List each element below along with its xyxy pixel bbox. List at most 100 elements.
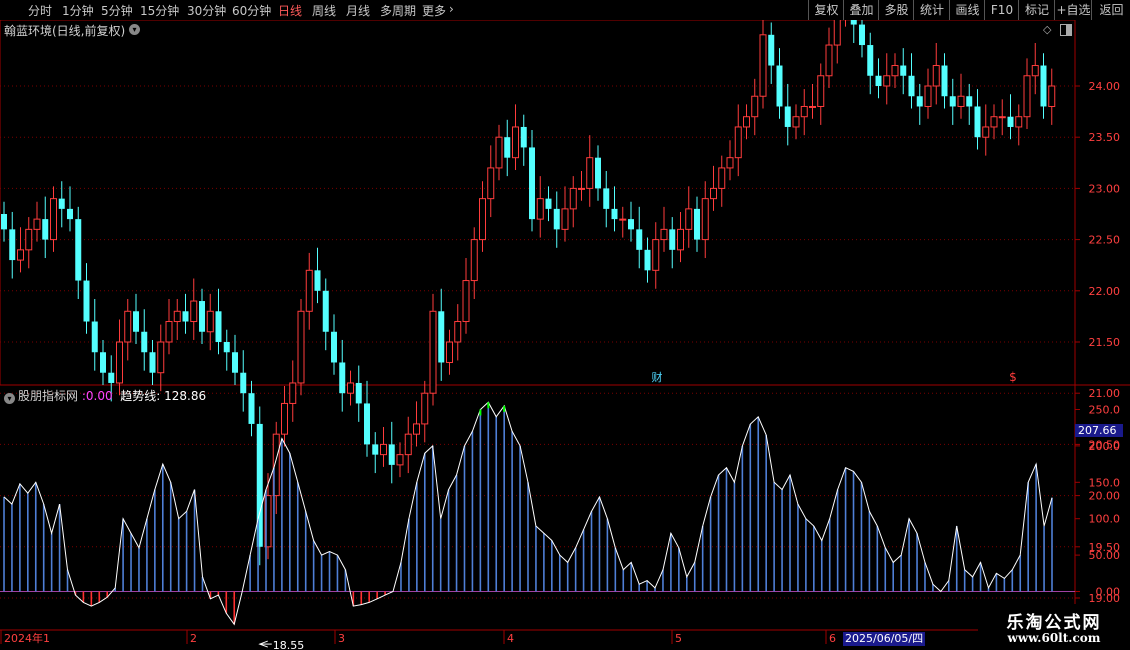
candle-body[interactable] [685,208,693,230]
candle-body[interactable] [974,106,981,138]
candle-body[interactable] [331,331,337,363]
candle-body[interactable] [380,443,387,456]
candle-body[interactable] [108,372,115,383]
candle-body[interactable] [314,270,321,291]
kline-chart-canvas[interactable]: 24.0023.5023.0022.5022.0021.5021.0020.50… [0,0,1130,650]
candle-body[interactable] [446,341,453,363]
candle-body[interactable] [924,85,932,107]
candle-body[interactable] [759,34,767,97]
candle-body[interactable] [50,198,57,241]
toolbar-action-8[interactable]: 返回 [1091,0,1130,20]
candle-body[interactable] [743,116,750,128]
candle-body[interactable] [726,157,734,169]
candle-body[interactable] [305,269,313,312]
candle-body[interactable] [603,188,610,209]
candle-body[interactable] [1040,65,1047,107]
candle-body[interactable] [339,362,346,394]
candle-body[interactable] [751,95,759,118]
candle-body[interactable] [9,229,16,261]
candle-body[interactable] [636,229,643,250]
candle-body[interactable] [17,249,24,261]
candle-body[interactable] [536,198,544,220]
period-tab-9[interactable]: 多周期 [380,2,416,19]
candle-body[interactable] [100,352,106,373]
candle-body[interactable] [223,342,230,353]
chevron-down-icon[interactable]: ▾ [129,24,140,35]
period-tab-6[interactable]: 日线 [278,2,302,19]
candle-body[interactable] [289,382,297,404]
candle-body[interactable] [891,65,899,77]
period-tab-7[interactable]: 周线 [312,2,336,19]
candle-body[interactable] [438,311,445,363]
candle-body[interactable] [875,75,882,86]
candle-body[interactable] [957,95,965,107]
candle-body[interactable] [133,311,139,332]
candle-body[interactable] [297,310,305,384]
candle-body[interactable] [867,45,874,76]
indicator-name[interactable]: 股朋指标网 [18,389,78,403]
candle-body[interactable] [628,219,634,230]
candle-body[interactable] [710,187,717,200]
toolbar-action-1[interactable]: 叠加 [843,0,879,20]
candle-body[interactable] [495,136,503,169]
candle-body[interactable] [859,24,865,46]
candle-body[interactable] [908,75,915,97]
candle-body[interactable] [776,65,783,107]
candle-body[interactable] [677,228,684,251]
candle-body[interactable] [784,106,791,127]
candle-body[interactable] [67,208,73,220]
diamond-icon[interactable]: ◇ [1043,23,1051,36]
candle-body[interactable] [701,198,709,241]
candle-body[interactable] [660,228,668,241]
panel-toggle-icon[interactable] [1060,24,1072,36]
candle-body[interactable] [479,198,486,241]
candle-body[interactable] [149,352,156,373]
candle-body[interactable] [248,393,255,424]
candle-body[interactable] [941,65,948,97]
candle-body[interactable] [1031,65,1039,77]
candle-body[interactable] [454,321,462,343]
candle-body[interactable] [421,392,429,425]
candle-body[interactable] [462,280,470,323]
candle-body[interactable] [165,321,173,343]
candle-body[interactable] [58,198,65,209]
candle-body[interactable] [215,311,222,342]
candle-body[interactable] [1048,85,1056,107]
candle-body[interactable] [982,126,990,138]
candle-body[interactable] [240,372,247,394]
candle-body[interactable] [520,126,527,148]
candle-body[interactable] [916,96,923,107]
candle-body[interactable] [545,198,552,209]
candle-body[interactable] [83,280,90,322]
candle-body[interactable] [949,96,956,107]
period-tab-3[interactable]: 15分钟 [140,2,179,19]
toolbar-action-0[interactable]: 复权 [808,0,844,20]
candle-body[interactable] [1023,75,1031,118]
candle-body[interactable] [553,208,560,230]
candle-body[interactable] [190,300,198,323]
toolbar-action-6[interactable]: 标记 [1018,0,1055,20]
candle-body[interactable] [619,218,627,221]
period-tab-4[interactable]: 30分钟 [187,2,226,19]
candle-body[interactable] [1,214,7,230]
toolbar-action-4[interactable]: 画线 [949,0,985,20]
period-tab-1[interactable]: 1分钟 [62,2,94,19]
candle-body[interactable] [504,137,511,158]
candle-body[interactable] [487,167,495,200]
candle-body[interactable] [578,187,585,190]
candle-body[interactable] [529,147,535,220]
candle-body[interactable] [512,126,519,159]
candle-body[interactable] [25,228,33,251]
period-tab-5[interactable]: 60分钟 [232,2,271,19]
candle-body[interactable] [182,311,189,322]
toolbar-action-2[interactable]: 多股 [878,0,914,20]
candle-body[interactable] [669,229,676,250]
candle-body[interactable] [900,65,907,76]
candle-body[interactable] [116,341,123,384]
candle-body[interactable] [569,187,577,210]
candle-body[interactable] [157,341,165,374]
candle-body[interactable] [404,433,412,456]
candle-body[interactable] [644,249,651,271]
candle-body[interactable] [470,239,478,282]
candle-body[interactable] [990,116,998,128]
